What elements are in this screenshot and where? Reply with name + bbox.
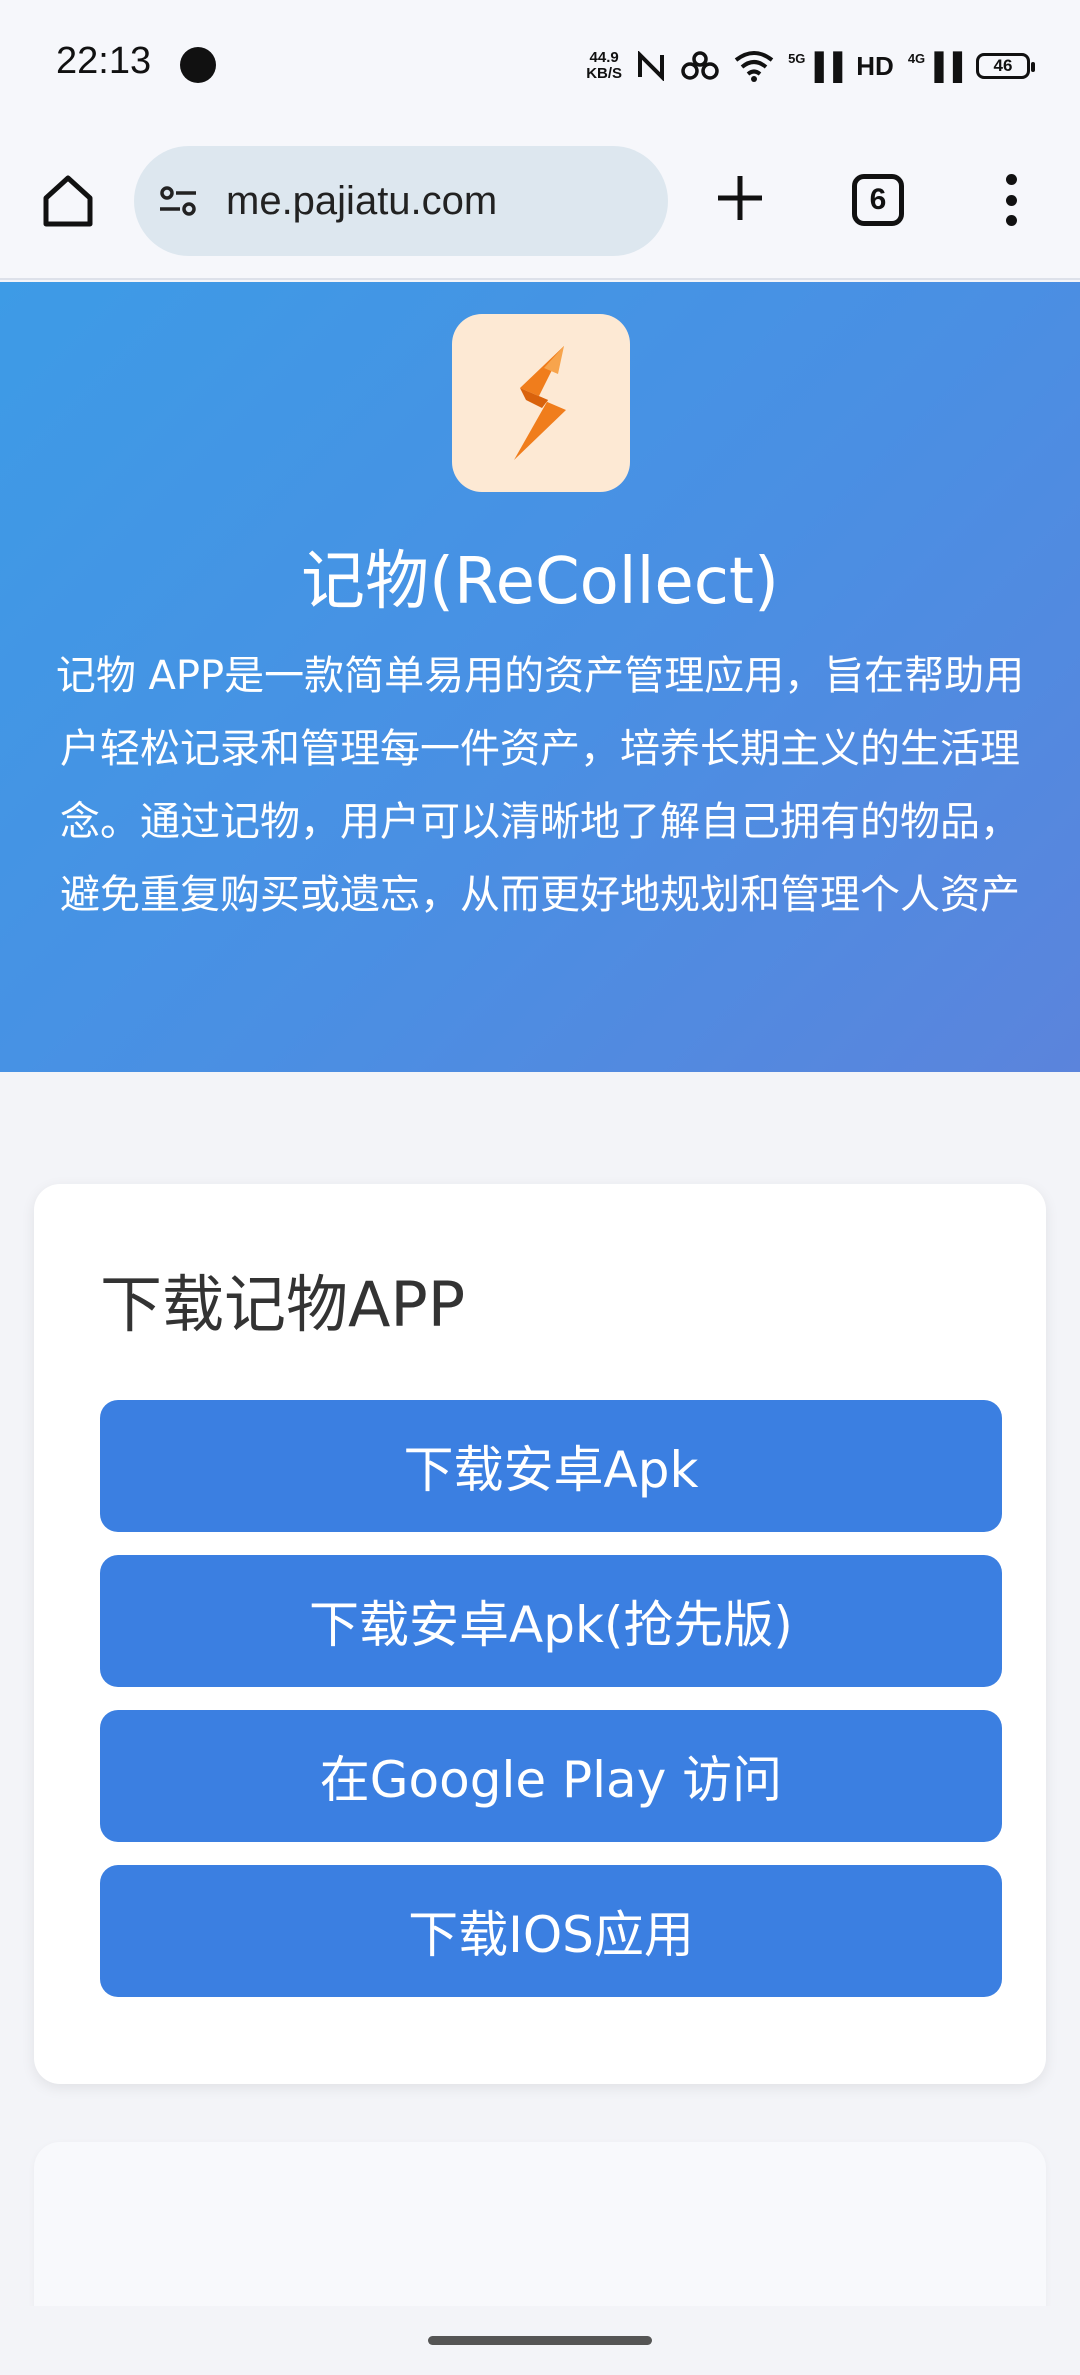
more-menu-icon[interactable] (996, 170, 1026, 230)
link-icon (681, 51, 719, 80)
hd-label: HD (856, 50, 894, 81)
status-icons: 44.9 KB/S 5G▐▐ HD 4G▐▐ 46 (586, 44, 1035, 88)
signal-4g-icon: 4G▐▐ (907, 50, 962, 81)
status-bar: 22:13 44.9 KB/S 5G▐▐ HD 4G▐▐ 46 (0, 0, 1080, 130)
signal-5g-icon: 5G▐▐ (788, 50, 843, 81)
site-settings-icon[interactable] (154, 177, 202, 225)
net-speed-unit: KB/S (586, 65, 623, 82)
battery-level: 46 (993, 56, 1013, 75)
gesture-handle[interactable] (428, 2336, 652, 2345)
home-icon[interactable] (38, 170, 98, 230)
download-android-beta-button[interactable]: 下载安卓Apk(抢先版) (100, 1555, 1002, 1687)
net-speed: 44.9 KB/S (586, 50, 622, 82)
nfc-icon (638, 51, 665, 81)
hero-section: 记物(ReCollect) 记物 APP是一款简单易用的资产管理应用，旨在帮助用… (0, 282, 1080, 1072)
wifi-icon (734, 51, 774, 82)
app-description: 记物 APP是一款简单易用的资产管理应用，旨在帮助用户轻松记录和管理每一件资产，… (55, 653, 1025, 918)
download-android-apk-button[interactable]: 下载安卓Apk (100, 1400, 1002, 1532)
download-title: 下载记物APP (100, 1268, 466, 1341)
browser-toolbar: me.pajiatu.com 6 (0, 130, 1080, 280)
new-tab-icon[interactable] (710, 168, 770, 228)
gesture-nav-area (0, 2306, 1080, 2375)
status-time: 22:13 (56, 40, 152, 82)
download-ios-button[interactable]: 下载IOS应用 (100, 1865, 1002, 1997)
app-title: 记物(ReCollect) (301, 545, 779, 619)
app-logo (452, 314, 630, 492)
download-card: 下载记物APP 下载安卓Apk 下载安卓Apk(抢先版) 在Google Pla… (34, 1184, 1046, 2084)
battery-icon: 46 (976, 53, 1035, 79)
url-text[interactable]: me.pajiatu.com (226, 179, 497, 224)
net-speed-value: 44.9 (589, 49, 619, 66)
url-bar[interactable]: me.pajiatu.com (134, 146, 668, 256)
notification-dot-icon (180, 47, 216, 83)
app-logo-icon (514, 346, 566, 460)
tab-switcher-button[interactable]: 6 (852, 174, 904, 226)
tab-count: 6 (869, 183, 887, 216)
google-play-button[interactable]: 在Google Play 访问 (100, 1710, 1002, 1842)
